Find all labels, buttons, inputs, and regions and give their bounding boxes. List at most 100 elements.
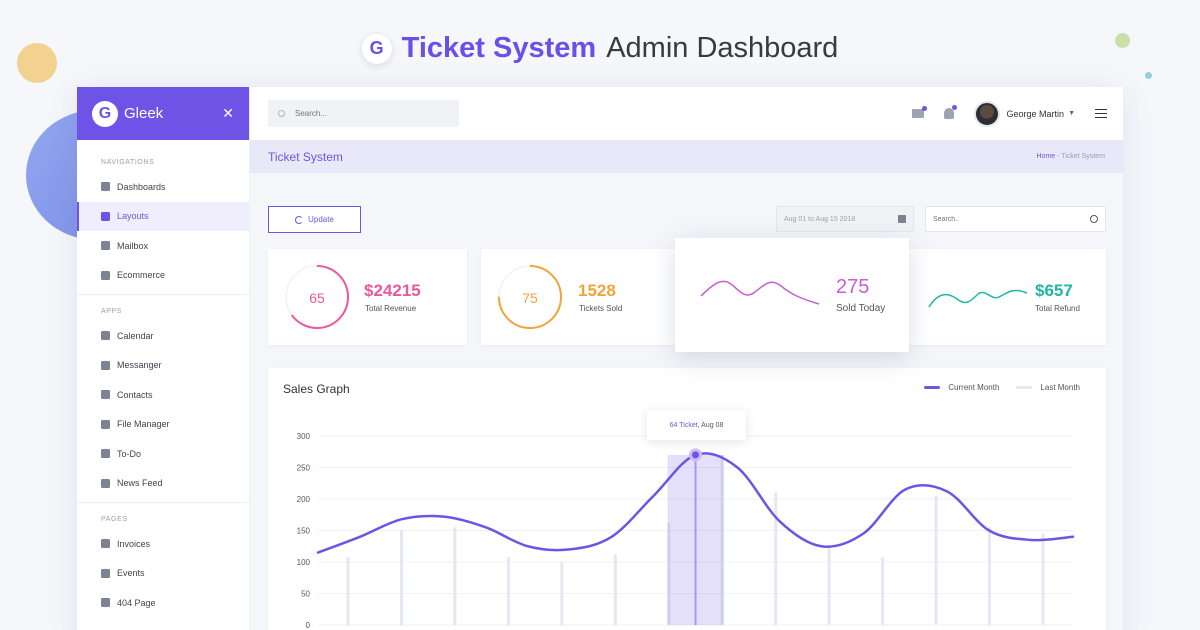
topbar-right: George Martin ▼ (911, 100, 1107, 127)
sidebar-item-label: 404 Page (117, 597, 156, 608)
sidebar-item-events[interactable]: Events (77, 559, 249, 589)
todo-icon (101, 449, 110, 459)
sidebar-item-label: Messanger (117, 360, 162, 371)
revenue-label: Total Revenue (365, 304, 417, 313)
chat-icon (101, 360, 110, 370)
breadcrumb-home[interactable]: Home (1037, 153, 1056, 160)
stat-card-revenue: 65 $24215 Total Revenue (268, 249, 467, 345)
sold-today-value: 275 (836, 276, 870, 298)
sales-chart: 0 50 100 150 200 250 300 (297, 432, 1075, 630)
dashboard-icon (101, 182, 110, 192)
sidebar-item-label: News Feed (117, 478, 163, 489)
bar-last-month (560, 562, 564, 625)
y-tick-label: 100 (297, 558, 311, 567)
date-range-picker[interactable]: Aug 01 to Aug 15 2018 (776, 206, 914, 232)
tickets-ring-value: 75 (522, 290, 538, 306)
tickets-label: Tickets Sold (579, 304, 623, 313)
sidebar-item-invoices[interactable]: Invoices (77, 529, 249, 559)
nav-section-title: NAVIGATIONS (101, 159, 155, 166)
invoice-icon (101, 539, 110, 549)
sidebar: G Gleek ✕ NAVIGATIONS Dashboards Layouts Ma… (77, 87, 250, 630)
nav-section-title: PAGES (101, 516, 128, 523)
search-input[interactable] (295, 109, 445, 118)
sidebar-item-to-do[interactable]: To-Do (77, 439, 249, 469)
sidebar-item-404-page[interactable]: 404 Page (77, 588, 249, 618)
sidebar-item-dashboards[interactable]: Dashboards (77, 172, 249, 202)
user-name[interactable]: George Martin (1007, 109, 1065, 119)
sidebar-item-layouts[interactable]: Layouts (77, 201, 249, 231)
tooltip-date: , Aug 08 (697, 421, 724, 429)
sidebar-item-label: File Manager (117, 419, 170, 430)
headline-rest: Admin Dashboard (606, 32, 839, 64)
y-tick-label: 250 (297, 464, 311, 473)
search-icon[interactable] (1090, 215, 1098, 223)
hamburger-menu-icon[interactable] (1095, 109, 1107, 118)
notification-dot (951, 105, 957, 110)
sidebar-item-label: Contacts (117, 389, 153, 400)
sidebar-item-label: Calendar (117, 330, 154, 341)
update-button-label: Update (308, 215, 334, 224)
stat-card-sold-today: 275 Sold Today (675, 238, 909, 352)
content-search-input[interactable] (933, 215, 1083, 223)
page-icon (101, 598, 110, 608)
page-header: Ticket System Home - Ticket System (250, 140, 1123, 173)
update-button[interactable]: Update (268, 206, 361, 233)
sidebar-item-label: Invoices (117, 538, 151, 549)
calendar-icon (898, 215, 906, 223)
bar-last-month (1041, 533, 1045, 625)
sidebar-item-label: Dashboards (117, 181, 166, 192)
sidebar-item-calendar[interactable]: Calendar (77, 321, 249, 351)
sales-graph-card: Sales Graph Current Month Last Month 64 … (268, 368, 1106, 630)
refresh-icon (295, 215, 304, 224)
contacts-icon (101, 390, 110, 400)
sidebar-item-label: Events (117, 568, 145, 579)
sidebar-item-label: Layouts (117, 211, 149, 222)
sidebar-item-news-feed[interactable]: News Feed (77, 469, 249, 499)
brand-logo-icon: G (92, 100, 118, 127)
avatar[interactable] (973, 100, 1000, 127)
tooltip-value: 64 Ticket (669, 421, 698, 429)
bar-last-month (613, 554, 617, 625)
chevron-down-icon[interactable]: ▼ (1068, 110, 1075, 117)
stat-card-tickets: 75 1528 Tickets Sold (481, 249, 680, 345)
sidebar-item-messanger[interactable]: Messanger (77, 351, 249, 381)
sidebar-item-ecommerce[interactable]: Ecommerce (77, 261, 249, 291)
y-tick-label: 0 (306, 621, 311, 630)
brand-name: Gleek (124, 105, 164, 122)
breadcrumb: Home - Ticket System (1037, 153, 1106, 160)
topbar: George Martin ▼ (250, 87, 1123, 140)
sidebar-item-contacts[interactable]: Contacts (77, 380, 249, 410)
tickets-value: 1528 (578, 281, 616, 300)
sidebar-item-label: To-Do (117, 448, 142, 459)
tools-icon[interactable]: ✕ (222, 105, 234, 122)
folder-icon (101, 419, 110, 429)
sold-today-sparkline (700, 280, 820, 305)
sidebar-item-file-manager[interactable]: File Manager (77, 410, 249, 440)
mail-icon (101, 241, 110, 251)
bar-last-month (453, 527, 457, 625)
chart-tooltip: 64 Ticket, Aug 08 (647, 410, 746, 440)
mail-icon[interactable] (911, 106, 927, 118)
layout-icon (101, 211, 110, 221)
highlight-point (689, 448, 702, 462)
revenue-ring-value: 65 (309, 290, 325, 306)
bar-last-month (399, 530, 403, 625)
calendar-icon (101, 331, 110, 341)
bar-last-month (506, 556, 510, 625)
nav-section-title: APPS (101, 308, 123, 315)
breadcrumb-current: Ticket System (1061, 153, 1105, 160)
bar-last-month (827, 546, 831, 625)
refund-label: Total Refund (1035, 304, 1080, 313)
bar-last-month (988, 527, 992, 625)
revenue-value: $24215 (364, 281, 421, 300)
content-search-box (925, 206, 1106, 232)
refund-sparkline (928, 289, 1028, 308)
search-box (268, 100, 459, 127)
y-tick-label: 50 (301, 590, 310, 599)
sidebar-brand: G Gleek ✕ (77, 87, 249, 140)
bell-icon[interactable] (943, 105, 957, 119)
sidebar-item-mailbox[interactable]: Mailbox (77, 231, 249, 261)
date-range-value: Aug 01 to Aug 15 2018 (784, 215, 856, 223)
events-icon (101, 568, 110, 578)
logo-icon: G (361, 33, 392, 64)
